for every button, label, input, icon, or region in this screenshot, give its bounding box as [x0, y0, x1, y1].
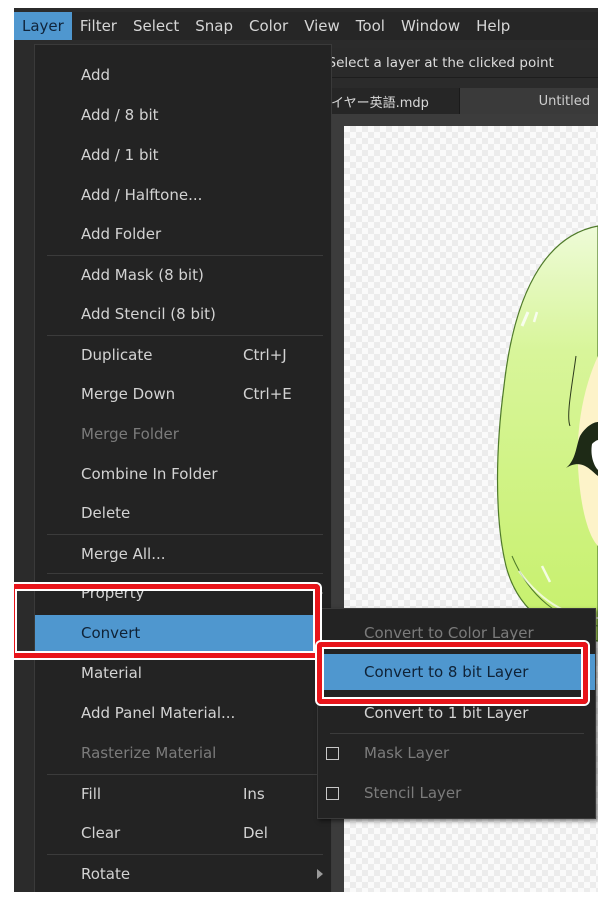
- menu-item-property[interactable]: Property: [35, 575, 331, 611]
- layer-menu: Add Add / 8 bit Add / 1 bit Add / Halfto…: [34, 44, 332, 892]
- menu-separator: [47, 854, 323, 855]
- menu-item-combine-in-folder[interactable]: Combine In Folder: [35, 456, 331, 492]
- select-layer-option[interactable]: ] Select a layer at the clicked point: [318, 55, 554, 71]
- menu-label: Add / 1 bit: [81, 146, 159, 164]
- menu-separator: [47, 335, 323, 336]
- menu-item-convert[interactable]: Convert: [35, 615, 331, 651]
- shortcut-label: Del: [243, 824, 268, 842]
- submenu-arrow-icon: [317, 588, 323, 598]
- submenu-arrow-icon: [317, 869, 323, 879]
- shortcut-label: Ctrl+E: [243, 385, 292, 403]
- menu-item-material[interactable]: Material: [35, 655, 331, 691]
- menu-label: Add Folder: [81, 225, 162, 243]
- menu-label: Merge Down: [81, 385, 176, 403]
- menu-label: Clear: [81, 824, 121, 842]
- menu-item-add-folder[interactable]: Add Folder: [35, 216, 331, 252]
- menu-label: Add / Halftone...: [81, 186, 203, 204]
- menu-label: Stencil Layer: [364, 784, 462, 802]
- menu-item-add-panel-material[interactable]: Add Panel Material...: [35, 695, 331, 731]
- menu-separator: [47, 573, 323, 574]
- menubar-snap[interactable]: Snap: [187, 12, 241, 40]
- menu-item-fill[interactable]: Fill Ins: [35, 776, 331, 812]
- menu-label: Add Panel Material...: [81, 704, 236, 722]
- menu-item-merge-folder: Merge Folder: [35, 416, 331, 452]
- menubar-window[interactable]: Window: [393, 12, 468, 40]
- submenu-item-convert-to-1bit[interactable]: Convert to 1 bit Layer: [318, 695, 595, 731]
- menu-label: Add Stencil (8 bit): [81, 305, 216, 323]
- menubar-filter[interactable]: Filter: [72, 12, 125, 40]
- menu-label: Convert: [81, 624, 141, 642]
- submenu-item-mask-layer[interactable]: Mask Layer: [318, 735, 595, 771]
- submenu-item-convert-to-color: Convert to Color Layer: [318, 615, 595, 651]
- menu-label: Delete: [81, 504, 131, 522]
- menu-label: Convert to 8 bit Layer: [364, 663, 529, 681]
- tab-document-1[interactable]: レイヤー英語.mdp: [314, 88, 460, 114]
- menu-label: Merge Folder: [81, 425, 179, 443]
- checkbox-icon[interactable]: [326, 746, 339, 760]
- menu-item-add-halftone[interactable]: Add / Halftone...: [35, 177, 331, 213]
- menubar-tool[interactable]: Tool: [348, 12, 393, 40]
- app-window: Layer Filter Select Snap Color View Tool…: [14, 8, 598, 892]
- menu-label: Material: [81, 664, 142, 682]
- menubar-layer[interactable]: Layer: [14, 12, 72, 40]
- convert-submenu: Convert to Color Layer Convert to 8 bit …: [317, 608, 596, 819]
- menubar-view[interactable]: View: [296, 12, 348, 40]
- menu-label: Property: [81, 584, 145, 602]
- menu-label: Add / 8 bit: [81, 106, 159, 124]
- menu-item-merge-down[interactable]: Merge Down Ctrl+E: [35, 376, 331, 412]
- menu-separator: [330, 733, 584, 734]
- menubar-help[interactable]: Help: [468, 12, 518, 40]
- submenu-item-convert-to-8bit[interactable]: Convert to 8 bit Layer: [318, 654, 595, 690]
- menu-separator: [47, 774, 323, 775]
- document-tabs: レイヤー英語.mdp Untitled: [314, 88, 598, 114]
- menu-item-rasterize-material: Rasterize Material: [35, 735, 331, 771]
- menu-item-add-1bit[interactable]: Add / 1 bit: [35, 137, 331, 173]
- menu-item-rotate[interactable]: Rotate: [35, 856, 331, 892]
- menu-separator: [47, 255, 323, 256]
- menu-label: Duplicate: [81, 346, 153, 364]
- menu-label: Convert to 1 bit Layer: [364, 704, 529, 722]
- menu-label: Combine In Folder: [81, 465, 218, 483]
- menubar: Layer Filter Select Snap Color View Tool…: [14, 12, 598, 40]
- submenu-item-stencil-layer[interactable]: Stencil Layer: [318, 775, 595, 811]
- shortcut-label: Ins: [243, 785, 265, 803]
- menu-item-add-stencil[interactable]: Add Stencil (8 bit): [35, 296, 331, 332]
- menu-label: Rasterize Material: [81, 744, 217, 762]
- menu-item-merge-all[interactable]: Merge All...: [35, 536, 331, 572]
- shortcut-label: Ctrl+J: [243, 346, 287, 364]
- tab-document-untitled[interactable]: Untitled: [460, 88, 598, 114]
- checkbox-icon[interactable]: [326, 786, 339, 800]
- menu-label: Convert to Color Layer: [364, 624, 534, 642]
- menu-separator: [47, 534, 323, 535]
- menu-label: Fill: [81, 785, 102, 803]
- tool-options-bar: ] Select a layer at the clicked point: [314, 48, 598, 78]
- menu-label: Rotate: [81, 865, 131, 883]
- menu-item-add-mask[interactable]: Add Mask (8 bit): [35, 257, 331, 293]
- menu-item-add-8bit[interactable]: Add / 8 bit: [35, 97, 331, 133]
- menu-label: Add Mask (8 bit): [81, 266, 204, 284]
- menu-item-delete[interactable]: Delete: [35, 495, 331, 531]
- menu-label: Merge All...: [81, 545, 166, 563]
- menu-item-add[interactable]: Add: [35, 57, 331, 93]
- menubar-select[interactable]: Select: [125, 12, 187, 40]
- menu-label: Mask Layer: [364, 744, 450, 762]
- menubar-color[interactable]: Color: [241, 12, 296, 40]
- menu-label: Add: [81, 66, 111, 84]
- menu-item-duplicate[interactable]: Duplicate Ctrl+J: [35, 337, 331, 373]
- menu-item-clear[interactable]: Clear Del: [35, 815, 331, 851]
